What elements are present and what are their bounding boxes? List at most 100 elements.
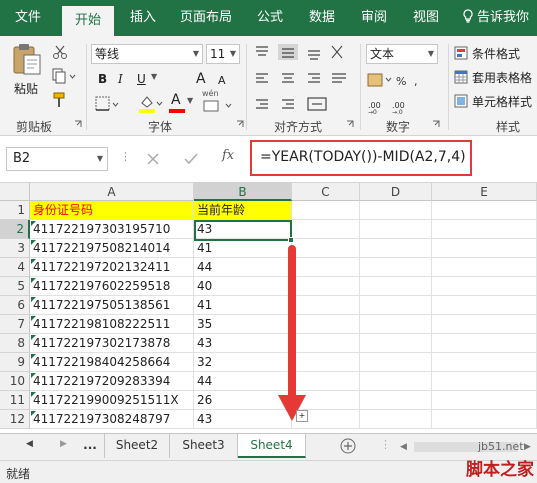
cell-id-number[interactable]: 411722198108222511 — [30, 315, 194, 334]
empty-cell[interactable] — [432, 220, 537, 239]
number-buttons-icon[interactable]: % , .00 →0 .00 →.0 — [366, 72, 442, 116]
tab-file[interactable]: 文件 — [8, 0, 48, 36]
row-header[interactable]: 6 — [0, 296, 30, 315]
tab-view[interactable]: 视图 — [406, 0, 446, 36]
cell-id-number[interactable]: 411722197303195710 — [30, 220, 194, 239]
tab-splitter-icon[interactable]: ⋮ — [380, 438, 391, 451]
empty-cell[interactable] — [292, 220, 360, 239]
empty-cell[interactable] — [432, 296, 537, 315]
shrink-font-button[interactable]: A — [218, 74, 226, 87]
empty-cell[interactable] — [360, 258, 432, 277]
dialog-launcher-icon[interactable] — [432, 120, 440, 128]
hscroll-right-icon[interactable]: ▶ — [524, 442, 531, 452]
tab-data[interactable]: 数据 — [302, 0, 342, 36]
font-color-button[interactable]: A ▼ — [168, 92, 194, 114]
row-header[interactable]: 8 — [0, 334, 30, 353]
empty-cell[interactable] — [292, 201, 360, 220]
tab-home[interactable]: 开始 — [62, 6, 114, 36]
empty-cell[interactable] — [360, 353, 432, 372]
row-header[interactable]: 1 — [0, 201, 30, 220]
tell-me-box[interactable]: 告诉我你 — [462, 0, 537, 36]
cell-id-number[interactable]: 411722197202132411 — [30, 258, 194, 277]
row-header[interactable]: 5 — [0, 277, 30, 296]
column-header-d[interactable]: D — [360, 183, 432, 201]
column-header-c[interactable]: C — [292, 183, 360, 201]
row-header[interactable]: 2 — [0, 220, 30, 239]
empty-cell[interactable] — [360, 277, 432, 296]
cell-id-number[interactable]: 411722197302173878 — [30, 334, 194, 353]
empty-cell[interactable] — [432, 391, 537, 410]
name-box[interactable]: B2 ▼ — [6, 147, 108, 171]
close-icon[interactable] — [146, 152, 160, 166]
grow-font-button[interactable]: A — [196, 71, 206, 87]
row-header[interactable]: 11 — [0, 391, 30, 410]
row-header[interactable]: 10 — [0, 372, 30, 391]
alignment-buttons-icon[interactable] — [252, 44, 356, 114]
cell-styles-button[interactable]: 单元格样式 — [454, 92, 537, 110]
column-header-e[interactable]: E — [432, 183, 537, 201]
empty-cell[interactable] — [360, 220, 432, 239]
cell-id-number[interactable]: 411722197505138561 — [30, 296, 194, 315]
empty-cell[interactable] — [432, 239, 537, 258]
empty-cell[interactable] — [432, 353, 537, 372]
cell-id-number[interactable]: 411722197308248797 — [30, 410, 194, 429]
column-header-a[interactable]: A — [30, 183, 194, 201]
row-header[interactable]: 9 — [0, 353, 30, 372]
empty-cell[interactable] — [360, 201, 432, 220]
empty-cell[interactable] — [432, 201, 537, 220]
row-header[interactable]: 7 — [0, 315, 30, 334]
scroll-right-icon[interactable]: ▶ — [60, 439, 67, 449]
conditional-format-button[interactable]: 条件格式 — [454, 44, 537, 62]
empty-cell[interactable] — [360, 296, 432, 315]
font-name-select[interactable]: 等线 ▼ — [91, 44, 203, 64]
cell-id-number[interactable]: 411722197209283394 — [30, 372, 194, 391]
number-format-select[interactable]: 文本 ▼ — [366, 44, 438, 64]
empty-cell[interactable] — [432, 334, 537, 353]
cell-id-number[interactable]: 411722198404258664 — [30, 353, 194, 372]
cell-id-number[interactable]: 411722197508214014 — [30, 239, 194, 258]
paste-button[interactable]: 粘贴 — [6, 42, 46, 96]
empty-cell[interactable] — [432, 277, 537, 296]
copy-icon[interactable] — [52, 68, 76, 84]
empty-cell[interactable] — [432, 315, 537, 334]
column-header-b[interactable]: B — [194, 183, 292, 201]
row-header[interactable]: 4 — [0, 258, 30, 277]
cut-icon[interactable] — [52, 44, 68, 60]
header-cell-age[interactable]: 当前年龄 — [194, 201, 292, 220]
empty-cell[interactable] — [432, 258, 537, 277]
empty-cell[interactable] — [360, 410, 432, 429]
tab-page-layout[interactable]: 页面布局 — [174, 0, 238, 36]
sheet-tab-sheet4[interactable]: Sheet4 — [238, 434, 306, 458]
cell-id-number[interactable]: 411722197602259518 — [30, 277, 194, 296]
underline-button[interactable]: U — [137, 72, 146, 86]
sheet-tab-sheet3[interactable]: Sheet3 — [170, 434, 238, 458]
dialog-launcher-icon[interactable] — [346, 120, 354, 128]
phonetic-button[interactable]: wén — [202, 89, 238, 114]
insert-function-button[interactable]: fx — [222, 148, 234, 163]
tab-insert[interactable]: 插入 — [124, 0, 162, 36]
dialog-launcher-icon[interactable] — [74, 120, 82, 128]
empty-cell[interactable] — [432, 410, 537, 429]
font-size-select[interactable]: 11 ▼ — [206, 44, 240, 64]
check-icon[interactable] — [184, 152, 198, 166]
cell-id-number[interactable]: 411722199009251511X — [30, 391, 194, 410]
autofill-options-icon[interactable]: + — [296, 410, 308, 422]
bold-button[interactable]: B — [98, 72, 107, 86]
italic-button[interactable]: I — [118, 72, 123, 86]
format-painter-icon[interactable] — [52, 92, 68, 108]
row-header[interactable]: 12 — [0, 410, 30, 429]
more-sheets-button[interactable]: ... — [76, 434, 104, 458]
empty-cell[interactable] — [432, 372, 537, 391]
fill-handle[interactable] — [288, 237, 294, 243]
select-all-corner[interactable] — [0, 183, 30, 201]
add-sheet-icon[interactable] — [340, 438, 356, 454]
scroll-left-icon[interactable]: ◀ — [26, 439, 33, 449]
chevron-down-icon[interactable]: ▼ — [151, 72, 157, 81]
row-header[interactable]: 3 — [0, 239, 30, 258]
empty-cell[interactable] — [360, 315, 432, 334]
empty-cell[interactable] — [360, 239, 432, 258]
fill-color-icon[interactable] — [138, 94, 164, 114]
format-as-table-button[interactable]: 套用表格格 — [454, 68, 537, 86]
hscroll-left-icon[interactable]: ◀ — [400, 442, 407, 452]
sheet-tab-sheet2[interactable]: Sheet2 — [104, 434, 170, 458]
